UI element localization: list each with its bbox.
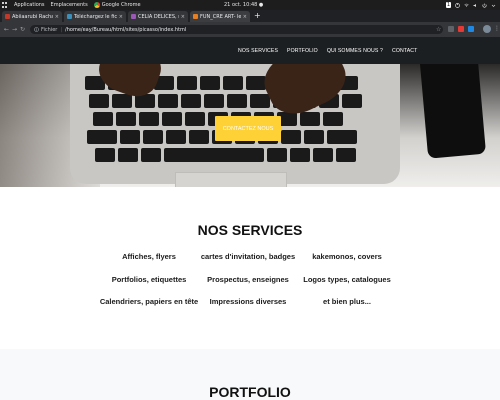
- nav-link-about[interactable]: QUI SOMMES NOUS ?: [327, 48, 383, 54]
- service-item: cartes d'invitation, badges: [200, 252, 296, 261]
- tab-favicon-icon: [131, 14, 136, 19]
- contact-us-button[interactable]: CONTACTEZ NOUS: [215, 116, 281, 141]
- service-item: Impressions diverses: [209, 297, 287, 306]
- chrome-icon: [93, 2, 100, 8]
- service-item: et bien plus...: [323, 297, 371, 306]
- tab-favicon-icon: [67, 14, 72, 19]
- tab-title: Abiiaarubi Rachad_le dro: [12, 13, 53, 20]
- browser-tab-strip: Abiiaarubi Rachad_le dro × Téléchargez l…: [0, 10, 500, 22]
- tab-favicon-icon: [5, 14, 10, 19]
- workspace-indicator[interactable]: 1: [445, 2, 451, 8]
- new-tab-button[interactable]: +: [254, 10, 261, 22]
- profile-avatar[interactable]: [483, 25, 491, 33]
- tab-title: Téléchargez le fichier – ic: [74, 13, 117, 20]
- browser-tab[interactable]: Abiiaarubi Rachad_le dro ×: [2, 11, 62, 22]
- address-separator: |: [60, 26, 63, 33]
- service-item: Calendriers, papiers en tête: [99, 297, 199, 306]
- services-section: NOS SERVICES Affiches, flyers cartes d'i…: [0, 187, 500, 349]
- clock[interactable]: 21 oct. 10:48 ●: [224, 2, 263, 8]
- service-item: Prospectus, enseignes: [207, 275, 289, 284]
- nav-link-contact[interactable]: CONTACT: [392, 48, 417, 54]
- service-item: Affiches, flyers: [122, 252, 176, 261]
- system-top-bar: Applications Emplacements Google Chrome …: [0, 0, 500, 10]
- service-item: kakemonos, covers: [312, 252, 382, 261]
- site-nav-links: NOS SERVICES PORTFOLIO QUI SOMMES NOUS ?…: [238, 37, 417, 64]
- service-item: Logos types, catalogues: [303, 275, 391, 284]
- volume-icon[interactable]: [473, 3, 478, 8]
- extension-icon[interactable]: [468, 26, 474, 32]
- accessibility-icon[interactable]: [455, 2, 460, 8]
- address-scheme: Fichier: [41, 26, 58, 33]
- close-icon[interactable]: ×: [181, 14, 185, 20]
- site-navbar: NOS SERVICES PORTFOLIO QUI SOMMES NOUS ?…: [0, 37, 500, 64]
- phone-image: [420, 64, 487, 159]
- forward-arrow-icon[interactable]: →: [12, 25, 17, 34]
- close-icon[interactable]: ×: [55, 14, 59, 20]
- service-item: Portfolios, etiquettes: [111, 275, 187, 284]
- services-title: NOS SERVICES: [197, 222, 303, 238]
- active-app-menu[interactable]: Google Chrome: [93, 2, 141, 8]
- close-icon[interactable]: ×: [119, 14, 123, 20]
- browser-tab[interactable]: Téléchargez le fichier – ic ×: [64, 11, 126, 22]
- chevron-down-icon[interactable]: [491, 3, 496, 8]
- power-icon[interactable]: [482, 3, 487, 8]
- hero-section: CONTACTEZ NOUS: [0, 64, 500, 187]
- browser-toolbar: ← → ↻ Fichier | /home/eay/Bureau/html/si…: [0, 22, 500, 37]
- app-grid-icon[interactable]: [2, 2, 8, 8]
- portfolio-section: PORTFOLIO: [0, 349, 500, 400]
- nav-link-portfolio[interactable]: PORTFOLIO: [287, 48, 318, 54]
- tab-favicon-icon: [193, 14, 198, 19]
- portfolio-title: PORTFOLIO: [209, 384, 291, 400]
- browser-tab[interactable]: CELIA DELICES, restaur ×: [128, 11, 188, 22]
- back-arrow-icon[interactable]: ←: [4, 25, 9, 34]
- star-icon[interactable]: ☆: [436, 25, 441, 34]
- extension-icon[interactable]: [448, 26, 454, 32]
- tab-title: CELIA DELICES, restaur: [138, 13, 179, 20]
- reload-icon[interactable]: ↻: [20, 25, 25, 34]
- nav-link-services[interactable]: NOS SERVICES: [238, 48, 278, 54]
- network-icon[interactable]: [464, 3, 469, 8]
- close-icon[interactable]: ×: [243, 14, 247, 20]
- extension-icon[interactable]: [458, 26, 464, 32]
- applications-menu[interactable]: Applications: [14, 2, 45, 8]
- menu-dots-icon[interactable]: ⋮: [494, 25, 500, 33]
- address-url: /home/eay/Bureau/html/sites/picasso/inde…: [65, 26, 187, 33]
- touchpad-image: [175, 172, 287, 187]
- browser-tab-active[interactable]: FUN_CRE ART- le meill ×: [190, 11, 250, 22]
- places-menu[interactable]: Emplacements: [51, 2, 88, 8]
- info-icon[interactable]: [34, 27, 39, 32]
- tab-title: FUN_CRE ART- le meill: [200, 13, 241, 20]
- active-app-label: Google Chrome: [101, 2, 141, 8]
- web-page: NOS SERVICES PORTFOLIO QUI SOMMES NOUS ?…: [0, 37, 500, 400]
- address-bar[interactable]: Fichier | /home/eay/Bureau/html/sites/pi…: [30, 25, 443, 34]
